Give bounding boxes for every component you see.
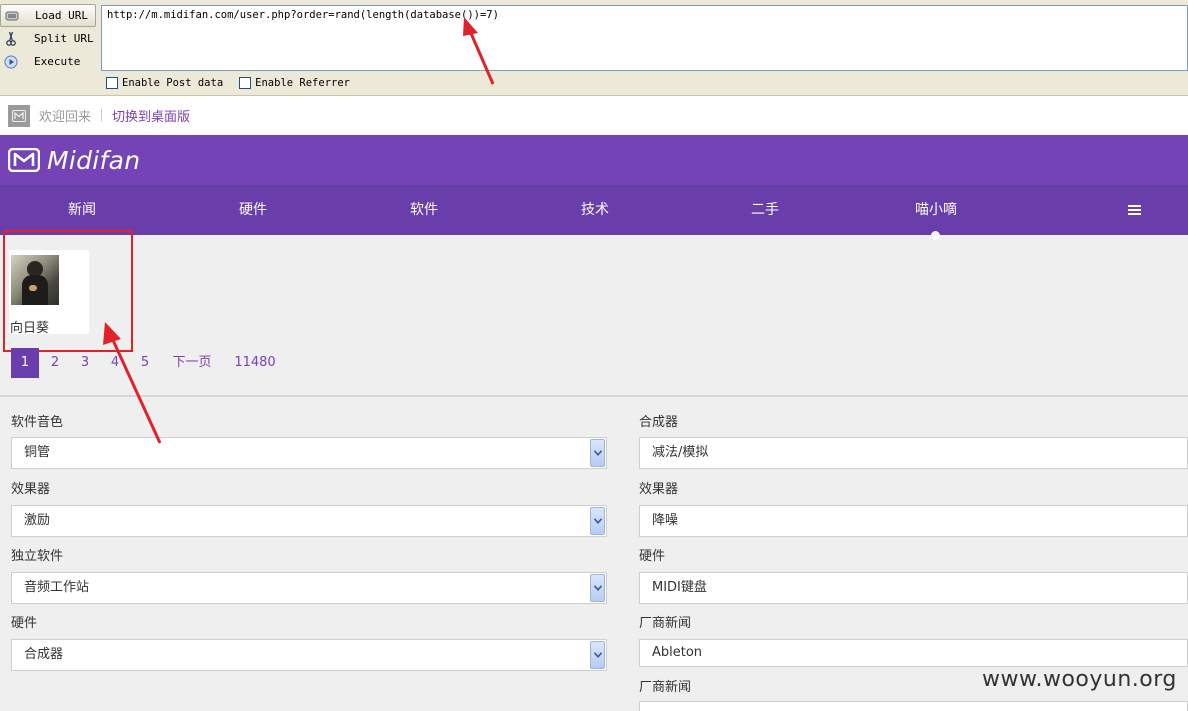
filter-select-value: MIDI键盘	[652, 580, 707, 595]
split-url-button[interactable]: Split URL	[0, 27, 100, 50]
page-link[interactable]: 4	[111, 348, 119, 378]
play-icon	[2, 53, 20, 71]
load-url-label: Load URL	[35, 9, 88, 22]
page-link[interactable]: 2	[51, 348, 59, 378]
site-small-logo-icon	[8, 104, 30, 127]
active-nav-indicator	[931, 231, 940, 240]
url-textarea[interactable]: http://m.midifan.com/user.php?order=rand…	[101, 5, 1188, 71]
hackbar-toolbar: Load URL Split URL Execute http://m.midi…	[0, 0, 1188, 96]
welcome-divider	[101, 109, 103, 122]
filter-label: 独立软件	[11, 549, 64, 564]
filter-select[interactable]: 铜管	[11, 437, 607, 469]
brand-name[interactable]: Midifan	[47, 146, 140, 175]
filter-select[interactable]: 合成器	[11, 639, 607, 671]
nav-item-hardware[interactable]: 硬件	[239, 185, 267, 235]
switch-desktop-link[interactable]: 切换到桌面版	[112, 106, 190, 125]
filter-select[interactable]: 激励	[11, 505, 607, 537]
filter-label: 硬件	[639, 549, 666, 564]
nav-item-secondhand[interactable]: 二手	[751, 185, 779, 235]
hackbar-options: Enable Post data Enable Referrer	[106, 77, 366, 89]
filter-select-value: 铜管	[24, 445, 51, 460]
last-page-link[interactable]: 11480	[234, 348, 275, 378]
enable-referrer-label: Enable Referrer	[255, 77, 350, 89]
load-url-button[interactable]: Load URL	[0, 4, 96, 27]
nav-item-software[interactable]: 软件	[410, 185, 438, 235]
filter-select-value: 音频工作站	[24, 580, 90, 595]
filter-select[interactable]: 降噪	[639, 505, 1188, 537]
welcome-bar: 欢迎回来 切换到桌面版	[0, 96, 1188, 135]
chevron-down-icon[interactable]	[590, 641, 605, 669]
filter-select[interactable]	[639, 701, 1188, 711]
filter-label: 厂商新闻	[639, 616, 692, 631]
split-url-label: Split URL	[34, 32, 94, 45]
next-page-link[interactable]: 下一页	[172, 348, 211, 378]
filter-label: 效果器	[639, 482, 679, 497]
enable-referrer-checkbox[interactable]: Enable Referrer	[239, 77, 350, 89]
filter-select[interactable]: Ableton	[639, 639, 1188, 667]
annotation-arrow-user	[110, 337, 162, 444]
filter-select-value: Ableton	[652, 645, 703, 660]
load-url-icon	[3, 7, 21, 25]
filter-select-value: 激励	[24, 513, 51, 528]
chevron-down-icon[interactable]	[590, 507, 605, 535]
nav-item-miaoxiaodi[interactable]: 喵小嘀	[915, 185, 957, 235]
execute-label: Execute	[34, 55, 81, 68]
site-header: Midifan	[0, 135, 1188, 185]
welcome-text: 欢迎回来	[39, 110, 92, 125]
menu-icon[interactable]	[1128, 205, 1141, 215]
filter-select-value: 降噪	[652, 513, 679, 528]
checkbox-box[interactable]	[239, 77, 252, 89]
filter-label: 合成器	[639, 415, 679, 430]
scissors-icon	[2, 30, 20, 48]
nav-item-news[interactable]: 新闻	[68, 185, 96, 235]
filter-label: 硬件	[11, 616, 38, 631]
filter-select[interactable]: MIDI键盘	[639, 572, 1188, 604]
filter-label: 效果器	[11, 482, 51, 497]
checkbox-box[interactable]	[106, 77, 118, 89]
filter-select[interactable]: 减法/模拟	[639, 437, 1188, 469]
filter-label: 厂商新闻	[639, 680, 692, 695]
filter-select[interactable]: 音频工作站	[11, 572, 607, 604]
page-link[interactable]: 3	[81, 348, 89, 378]
chevron-down-icon[interactable]	[590, 439, 605, 467]
section-divider	[0, 395, 1188, 397]
hackbar-buttons: Load URL Split URL Execute	[0, 4, 100, 73]
filter-label: 软件音色	[11, 415, 64, 430]
watermark: www.wooyun.org	[982, 667, 1177, 692]
filter-select-value: 合成器	[24, 647, 64, 662]
midifan-logo-icon[interactable]	[8, 148, 40, 172]
filter-select-value: 减法/模拟	[652, 445, 709, 460]
nav-item-tech[interactable]: 技术	[581, 185, 609, 235]
enable-post-label: Enable Post data	[122, 77, 224, 89]
annotation-highlight-box	[3, 230, 133, 352]
enable-post-checkbox[interactable]: Enable Post data	[106, 77, 223, 89]
screenshot-root: Load URL Split URL Execute http://m.midi…	[0, 0, 1188, 711]
execute-button[interactable]: Execute	[0, 50, 100, 73]
chevron-down-icon[interactable]	[590, 574, 605, 602]
page-link[interactable]: 5	[141, 348, 149, 378]
page-current[interactable]: 1	[11, 348, 39, 378]
main-nav: 新闻 硬件 软件 技术 二手 喵小嘀	[0, 185, 1188, 235]
